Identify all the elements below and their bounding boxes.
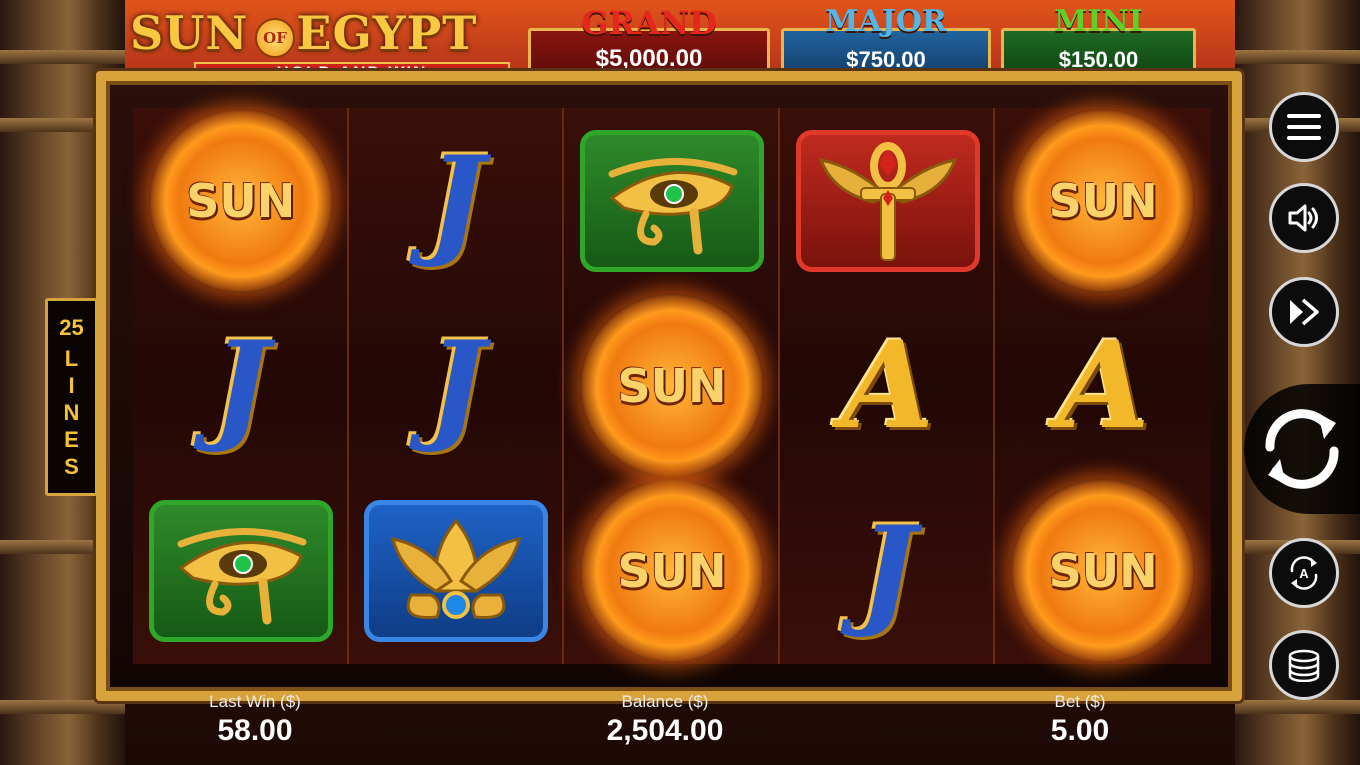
sun-bonus-symbol: SUN [579, 293, 764, 478]
spin-button[interactable] [1244, 384, 1360, 514]
reel-3: SUN SUN [564, 108, 780, 664]
reel-cell [133, 479, 349, 664]
jackpot-major-label: MAJOR [825, 4, 947, 39]
eye-of-horus-symbol [579, 129, 764, 272]
sun-symbol-label: SUN [1048, 544, 1158, 599]
reel-1: SUN J [133, 108, 349, 664]
bet-label: Bet ($) [1054, 692, 1106, 711]
reel-cell: SUN [995, 108, 1211, 293]
reel-cell: SUN [564, 293, 780, 478]
lotus-symbol [364, 500, 549, 643]
logo-of-badge: OF [255, 18, 295, 58]
sun-symbol-label: SUN [617, 544, 727, 599]
spin-icon [1265, 409, 1339, 489]
balance-label: Balance ($) [621, 692, 709, 711]
last-win-label: Last Win ($) [209, 692, 301, 711]
logo-title: SUN EGYPT [130, 6, 478, 60]
reel-cell: J [349, 293, 565, 478]
balance-display: Balance ($) 2,504.00 [560, 692, 770, 748]
sun-bonus-symbol: SUN [1011, 479, 1196, 664]
reel-cell: A [780, 293, 996, 478]
a-symbol: A [841, 314, 935, 456]
menu-button[interactable] [1269, 92, 1339, 162]
reel-5: SUN A SUN [995, 108, 1211, 664]
bet-display[interactable]: Bet ($) 5.00 [1000, 692, 1160, 748]
reel-cell: J [780, 479, 996, 664]
reel-cell: J [133, 293, 349, 478]
reel-cell: SUN [564, 479, 780, 664]
fast-forward-button[interactable] [1269, 277, 1339, 347]
paylines-word: LINES [63, 345, 80, 479]
reel-cell: J [349, 108, 565, 293]
sun-symbol-label: SUN [186, 173, 296, 228]
reel-cell: SUN [133, 108, 349, 293]
autoplay-button[interactable]: A [1269, 538, 1339, 608]
sun-bonus-symbol: SUN [1011, 108, 1196, 293]
jackpot-mini-label: MINI [1054, 4, 1143, 39]
autoplay-icon: A [1290, 556, 1318, 590]
coins-icon [1288, 649, 1320, 682]
sun-bonus-symbol: SUN [148, 108, 333, 293]
last-win-display: Last Win ($) 58.00 [170, 692, 340, 748]
a-symbol: A [1056, 314, 1150, 456]
sun-bonus-symbol: SUN [579, 479, 764, 664]
reel-4: AJ [779, 108, 996, 664]
bet-value: 5.00 [1050, 714, 1110, 747]
reel-cell: A [995, 293, 1211, 478]
reel-cell: SUN [995, 479, 1211, 664]
last-win-value: 58.00 [217, 714, 293, 747]
reel-cell [564, 108, 780, 293]
j-symbol: J [428, 129, 485, 271]
sound-icon [1288, 204, 1318, 232]
reel-2: JJ [348, 108, 565, 664]
fast-forward-icon [1290, 298, 1319, 326]
bet-coins-button[interactable] [1269, 630, 1339, 700]
balance-value: 2,504.00 [606, 714, 724, 747]
winged-ankh-symbol [795, 129, 980, 272]
reel-cell [780, 108, 996, 293]
reel-grid: SUN J J J SUN SUN A J SUN A SUN [133, 108, 1211, 664]
sound-button[interactable] [1269, 183, 1339, 253]
reel-cell [349, 479, 565, 664]
eye-of-horus-symbol [148, 500, 333, 643]
jackpot-grand-label: GRAND [581, 4, 717, 42]
j-symbol: J [859, 500, 916, 642]
menu-icon [1287, 114, 1321, 140]
sun-symbol-label: SUN [617, 358, 727, 413]
j-symbol: J [428, 314, 485, 456]
paylines-count: 25 [59, 314, 84, 340]
autoplay-glyph: A [1299, 566, 1309, 581]
paylines-badge: 25 LINES [45, 298, 98, 496]
sun-symbol-label: SUN [1048, 173, 1158, 228]
j-symbol: J [212, 314, 270, 456]
